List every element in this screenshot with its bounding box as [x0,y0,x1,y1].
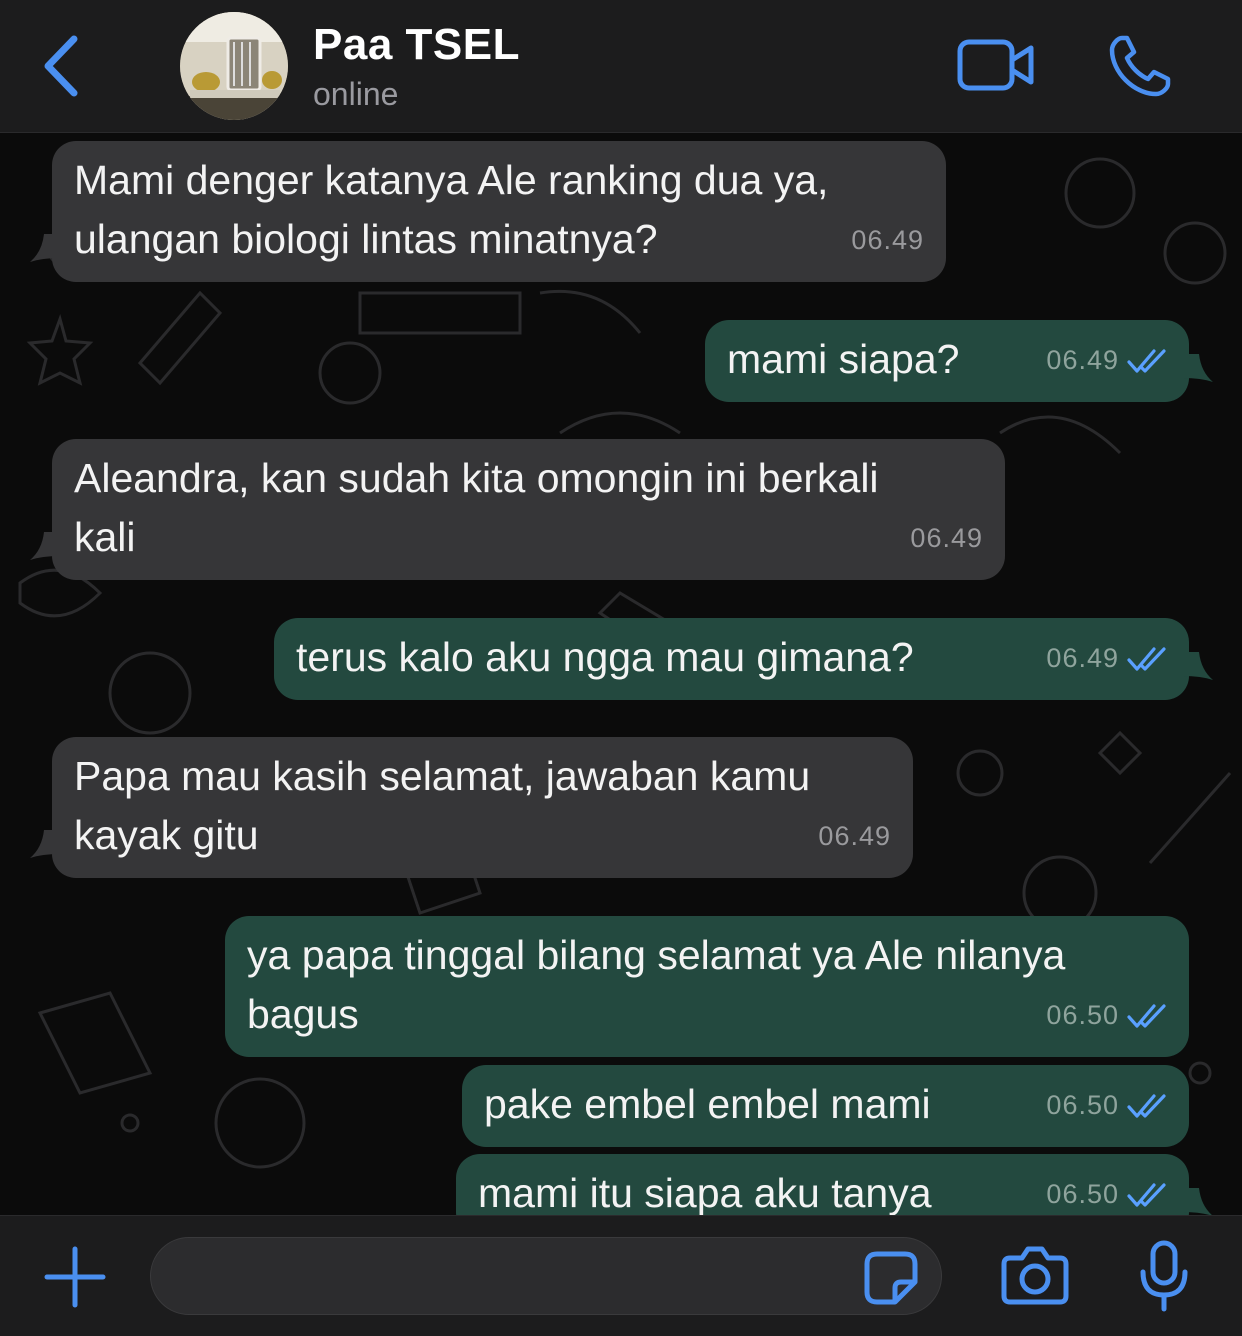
double-check-icon [1127,1182,1166,1207]
message-time: 06.49 [910,523,983,553]
message-text-line: bagus [247,991,359,1037]
bubble-tail [30,830,60,858]
double-check-icon [1127,1093,1166,1118]
message-text-line: Papa mau kasih selamat, jawaban kamu [74,753,811,799]
message-meta: 06.50 [1046,1076,1167,1135]
phone-icon [1109,35,1171,97]
message-text-line: Mami denger katanya Ale ranking dua ya, [74,157,829,203]
double-check-icon [1127,1003,1166,1028]
double-check-icon [1127,348,1166,373]
outgoing-message[interactable]: pake embel embel mami 06.50 [462,1065,1189,1147]
message-meta: 06.49 [1046,629,1167,688]
message-time: 06.49 [1046,643,1119,673]
outgoing-message[interactable]: terus kalo aku ngga mau gimana? 06.49 [274,618,1213,700]
message-time: 06.49 [851,225,924,255]
message-time: 06.50 [1046,1179,1119,1209]
composer-bar [0,1215,1242,1336]
message-time: 06.49 [1046,345,1119,375]
camera-icon [1001,1246,1069,1305]
message-meta: 06.50 [1046,986,1167,1045]
chevron-left-icon [44,35,78,97]
message-meta: 06.49 [1046,331,1167,390]
sticker-button[interactable] [863,1250,919,1311]
microphone-icon [1140,1240,1188,1312]
message-meta: 06.49 [851,211,924,270]
bubble-tail [1183,652,1213,680]
sticker-icon [864,1251,918,1305]
message-text-line: kali [74,514,136,560]
back-button[interactable] [30,28,90,104]
chat-header: Paa TSEL online [0,0,1242,133]
message-text-line: ya papa tinggal bilang selamat ya Ale ni… [247,932,1066,978]
message-meta: 06.50 [1046,1165,1167,1215]
incoming-message[interactable]: Mami denger katanya Ale ranking dua ya, u… [30,141,946,282]
message-meta: 06.49 [818,807,891,866]
bubble-tail [1183,354,1213,382]
double-check-icon [1127,646,1166,671]
incoming-message[interactable]: Papa mau kasih selamat, jawaban kamu kaya… [30,737,913,878]
bubble-tail [1183,1188,1212,1215]
message-time: 06.49 [818,821,891,851]
message-time: 06.50 [1046,1000,1119,1030]
message-text-line: Aleandra, kan sudah kita omongin ini ber… [74,455,879,501]
outgoing-message[interactable]: mami itu siapa aku tanya 06.50 [456,1154,1212,1215]
contact-name: Paa TSEL [313,20,520,69]
outgoing-message[interactable]: mami siapa? 06.49 [705,320,1213,402]
avatar[interactable] [180,12,288,120]
voice-call-button[interactable] [1108,34,1172,103]
camera-button[interactable] [1000,1244,1070,1311]
video-camera-icon [957,39,1034,91]
message-text-line: terus kalo aku ngga mau gimana? [296,634,914,680]
plus-icon [44,1246,106,1308]
video-call-button[interactable] [956,38,1036,99]
bubble-tail [30,532,60,560]
contact-info[interactable]: Paa TSEL online [313,18,520,116]
message-input[interactable] [150,1237,942,1315]
contact-status: online [313,76,399,112]
voice-message-button[interactable] [1138,1240,1190,1317]
car-photo-icon [180,12,288,120]
bubble-tail [30,234,60,262]
message-text-line: ulangan biologi lintas minatnya? [74,216,658,262]
message-time: 06.50 [1046,1090,1119,1120]
message-meta: 06.49 [910,509,983,568]
message-text-line: kayak gitu [74,812,259,858]
message-list[interactable]: Mami denger katanya Ale ranking dua ya, u… [0,133,1242,1215]
incoming-message[interactable]: Aleandra, kan sudah kita omongin ini ber… [30,439,1005,580]
attach-button[interactable] [44,1246,106,1313]
outgoing-message[interactable]: ya papa tinggal bilang selamat ya Ale ni… [225,916,1189,1057]
